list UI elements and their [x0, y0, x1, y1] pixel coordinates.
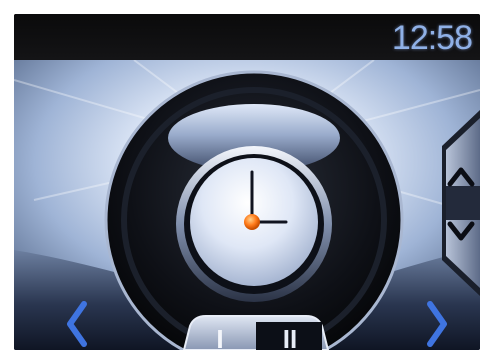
previous-button[interactable] — [54, 292, 106, 350]
next-button[interactable] — [414, 292, 466, 350]
scroll-down-button[interactable] — [436, 210, 480, 268]
display-screen: 12:58 I II — [14, 14, 480, 350]
main-scene: I II — [14, 60, 480, 350]
status-time: 12:58 — [391, 19, 473, 57]
device-frame: 12:58 I II — [0, 0, 494, 362]
mode-one-button[interactable] — [182, 318, 254, 350]
scroll-up-button[interactable] — [436, 108, 480, 166]
status-bar: 12:58 — [14, 14, 480, 60]
clock-app-button[interactable] — [178, 156, 328, 306]
mode-two-button[interactable] — [254, 318, 326, 350]
